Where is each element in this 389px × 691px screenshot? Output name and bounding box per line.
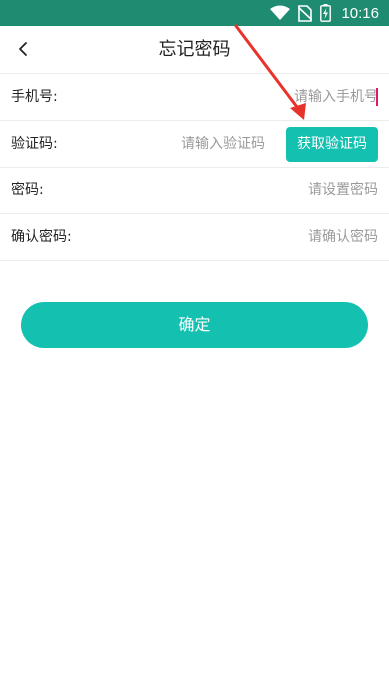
confirm-password-row: 确认密码: xyxy=(0,214,389,261)
code-input[interactable] xyxy=(110,129,265,159)
confirm-button[interactable]: 确定 xyxy=(21,302,368,348)
phone-row: 手机号: xyxy=(0,74,389,121)
title-bar: 忘记密码 xyxy=(0,26,389,74)
password-row: 密码: xyxy=(0,167,389,214)
get-code-button[interactable]: 获取验证码 xyxy=(286,127,378,162)
status-time: 10:16 xyxy=(341,4,379,22)
confirm-password-input[interactable] xyxy=(150,222,378,252)
battery-charging-icon xyxy=(320,4,332,22)
confirm-password-label: 确认密码: xyxy=(11,229,72,245)
page-title: 忘记密码 xyxy=(158,39,231,60)
wifi-icon xyxy=(270,5,291,21)
no-sim-icon xyxy=(298,4,313,22)
code-label: 验证码: xyxy=(11,136,58,152)
text-cursor xyxy=(376,88,378,106)
code-row: 验证码: 获取验证码 xyxy=(0,121,389,168)
password-input[interactable] xyxy=(150,175,378,205)
status-bar: 10:16 xyxy=(0,0,389,26)
phone-input[interactable] xyxy=(150,82,378,112)
phone-label: 手机号: xyxy=(11,89,58,105)
password-label: 密码: xyxy=(11,182,44,198)
